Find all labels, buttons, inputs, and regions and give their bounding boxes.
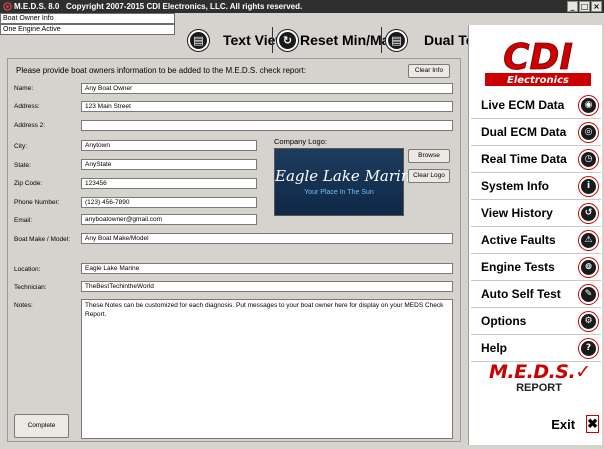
zip-label: Zip Code:: [14, 180, 43, 187]
address-label: Address:: [14, 103, 40, 110]
help-button[interactable]: Help ?: [471, 335, 601, 362]
real-time-data-button[interactable]: Real Time Data ◷: [471, 146, 601, 173]
minimize-button[interactable]: _: [567, 1, 578, 12]
city-label: City:: [14, 143, 27, 150]
browse-button[interactable]: Browse: [408, 149, 450, 163]
name-input[interactable]: Any Boat Owner: [81, 83, 453, 94]
boat-owner-form: Please provide boat owners information t…: [7, 58, 461, 442]
status-engine-active: One Engine Active: [0, 24, 175, 35]
close-icon: ✖: [587, 416, 598, 431]
exit-label: Exit: [551, 416, 576, 432]
question-icon: ?: [579, 338, 598, 358]
system-info-label: System Info: [481, 179, 550, 193]
dual-gauge-icon: ◎: [579, 122, 598, 142]
app-window: M.E.D.S. 8.0 Copyright 2007-2015 CDI Ele…: [0, 0, 604, 449]
info-icon: i: [579, 176, 598, 196]
reset-label: Reset Min/Max: [300, 32, 398, 48]
boat-make-label: Boat Make / Model:: [14, 236, 70, 243]
window-controls: _ □ ×: [567, 1, 602, 12]
engine-test-icon: ⊚: [579, 257, 598, 277]
cdi-electronics-logo: CDI Electronics: [485, 37, 591, 86]
app-icon: [3, 2, 12, 11]
location-label: Location:: [14, 266, 41, 273]
gears-icon: ⚙: [579, 311, 598, 331]
close-window-button[interactable]: ×: [591, 1, 602, 12]
technician-input[interactable]: TheBestTechintheWorld: [81, 281, 453, 292]
real-time-data-label: Real Time Data: [481, 152, 567, 166]
toolbar-divider: [272, 27, 273, 53]
notes-label: Notes:: [14, 302, 33, 309]
live-ecm-data-label: Live ECM Data: [481, 98, 565, 112]
meds-report-title: M.E.D.S.✓: [489, 361, 591, 383]
view-history-button[interactable]: View History ↺: [471, 200, 601, 227]
app-title: M.E.D.S. 8.0: [14, 2, 60, 11]
options-button[interactable]: Options ⚙: [471, 308, 601, 335]
city-input[interactable]: Anytown: [81, 140, 257, 151]
title-bar: M.E.D.S. 8.0 Copyright 2007-2015 CDI Ele…: [0, 0, 604, 13]
options-label: Options: [481, 314, 527, 328]
state-input[interactable]: AnyState: [81, 159, 257, 170]
technician-label: Technician:: [14, 284, 47, 291]
copyright-text: Copyright 2007-2015 CDI Electronics, LLC…: [66, 2, 303, 11]
live-ecm-data-button[interactable]: Live ECM Data ◉: [471, 92, 601, 119]
engine-tests-button[interactable]: Engine Tests ⊚: [471, 254, 601, 281]
meds-report-subtitle: REPORT: [516, 382, 562, 394]
active-faults-label: Active Faults: [481, 233, 556, 247]
engine-tests-label: Engine Tests: [481, 260, 555, 274]
company-logo-label: Company Logo:: [274, 137, 327, 146]
cdi-brand-subtext: Electronics: [507, 75, 569, 86]
document-icon: ▤: [386, 29, 407, 51]
phone-label: Phone Number:: [14, 199, 60, 206]
document-icon: ▤: [188, 29, 209, 51]
company-logo-image: Eagle Lake Marine Your Place In The Sun: [274, 148, 420, 216]
address2-label: Address 2:: [14, 122, 46, 129]
state-label: State:: [14, 162, 31, 169]
address2-input[interactable]: [81, 120, 453, 131]
exit-button[interactable]: Exit ✖: [471, 410, 601, 438]
complete-button[interactable]: Complete: [14, 414, 69, 438]
active-faults-button[interactable]: Active Faults ⚠: [471, 227, 601, 254]
dual-ecm-data-button[interactable]: Dual ECM Data ◎: [471, 119, 601, 146]
refresh-icon: ↻: [277, 29, 298, 51]
clear-logo-button[interactable]: Clear Logo: [408, 169, 450, 183]
logo-company-name: Eagle Lake Marine: [275, 167, 420, 185]
broadcast-icon: ◉: [579, 95, 598, 115]
location-input[interactable]: Eagle Lake Marine: [81, 263, 453, 274]
meds-report-button[interactable]: M.E.D.S.✓ REPORT: [489, 361, 591, 402]
clock-icon: ◷: [579, 149, 598, 169]
address-input[interactable]: 123 Main Street: [81, 101, 453, 112]
phone-input[interactable]: (123) 456-7890: [81, 197, 257, 208]
logo-tagline: Your Place In The Sun: [304, 189, 374, 196]
sidebar: CDI Electronics Live ECM Data ◉ Dual ECM…: [468, 25, 602, 445]
name-label: Name:: [14, 85, 34, 92]
auto-self-test-button[interactable]: Auto Self Test ✎: [471, 281, 601, 308]
zip-input[interactable]: 123456: [81, 178, 257, 189]
system-info-button[interactable]: System Info i: [471, 173, 601, 200]
warning-icon: ⚠: [579, 230, 598, 250]
email-label: Email:: [14, 217, 33, 224]
wrench-icon: ✎: [579, 284, 598, 304]
history-icon: ↺: [579, 203, 598, 223]
auto-self-test-label: Auto Self Test: [481, 287, 561, 301]
help-label: Help: [481, 341, 508, 355]
reset-min-max-button[interactable]: ↻ Reset Min/Max: [277, 25, 397, 55]
clear-info-button[interactable]: Clear Info: [408, 64, 450, 78]
maximize-button[interactable]: □: [579, 1, 590, 12]
dual-ecm-data-label: Dual ECM Data: [481, 125, 567, 139]
cdi-brand-text: CDI: [503, 37, 573, 78]
toolbar-divider: [381, 27, 382, 53]
email-input[interactable]: anyboatowner@gmail.com: [81, 214, 257, 225]
boat-make-input[interactable]: Any Boat Make/Model: [81, 233, 453, 244]
status-screen-name: Boat Owner Info: [0, 13, 175, 24]
notes-textarea[interactable]: These Notes can be customized for each d…: [81, 299, 453, 439]
form-instructions: Please provide boat owners information t…: [16, 66, 306, 75]
view-history-label: View History: [481, 206, 553, 220]
